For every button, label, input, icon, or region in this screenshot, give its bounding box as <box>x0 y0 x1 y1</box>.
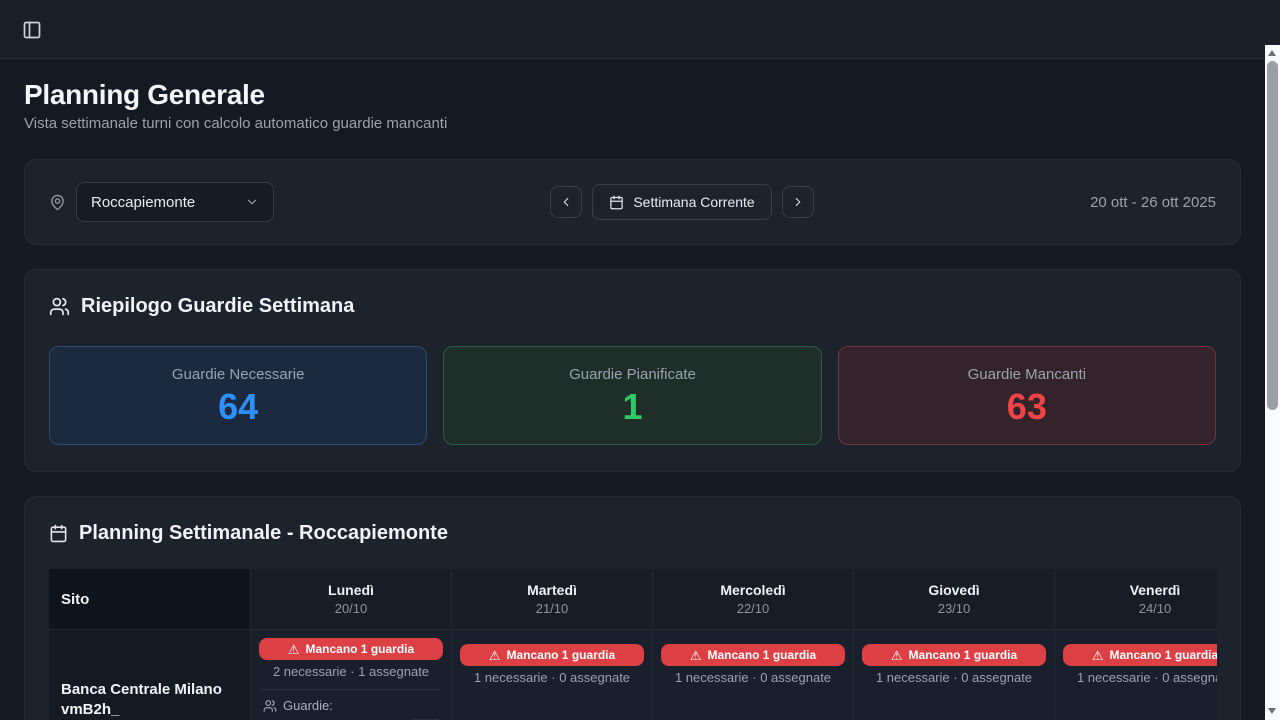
users-icon <box>263 699 277 713</box>
day-date-label: 23/10 <box>938 601 971 616</box>
week-toolbar: Roccapiemonte Settimana Corrente <box>24 159 1241 245</box>
day-cell[interactable]: ⚠ Mancano 1 guardia 1 necessarie · 0 asseg… <box>452 630 652 720</box>
table-header-day: Venerdì 24/10 <box>1055 569 1217 629</box>
shortage-badge: ⚠ Mancano 1 guardia <box>460 644 644 666</box>
chevron-down-icon <box>245 195 259 209</box>
shortage-badge-label: Mancano 1 guardia <box>305 642 414 656</box>
chevron-right-icon <box>791 195 805 209</box>
planning-card: Planning Settimanale - Roccapiemonte Sit… <box>24 496 1241 720</box>
top-bar <box>0 0 1280 59</box>
shortage-badge-label: Mancano 1 guardia <box>506 648 615 662</box>
stat-value: 64 <box>218 389 258 425</box>
day-cell[interactable]: ⚠ Mancano 1 guardia 1 necessarie · 0 asseg… <box>1055 630 1217 720</box>
panel-left-icon <box>22 20 42 40</box>
summary-title-row: Riepilogo Guardie Settimana <box>49 292 1216 320</box>
date-range-label: 20 ott - 26 ott 2025 <box>1090 194 1216 211</box>
cell-divider <box>261 689 441 690</box>
chevron-left-icon <box>559 195 573 209</box>
shortage-badge: ⚠ Mancano 1 guardia <box>1063 644 1217 666</box>
day-cell[interactable]: ⚠ Mancano 1 guardia 1 necessarie · 0 asseg… <box>854 630 1054 720</box>
shortage-badge-label: Mancano 1 guardia <box>908 648 1017 662</box>
location-select[interactable]: Roccapiemonte <box>76 182 274 222</box>
warning-icon: ⚠ <box>891 649 903 662</box>
page-title: Planning Generale <box>24 79 1241 111</box>
day-date-label: 20/10 <box>335 601 368 616</box>
day-name-label: Giovedì <box>928 582 979 598</box>
warning-icon: ⚠ <box>489 649 501 662</box>
planning-table: Sito Lunedì 20/10 Martedì 21/10 Mercoledì 22/1… <box>49 569 1217 720</box>
sidebar-toggle-button[interactable] <box>20 18 44 42</box>
stat-value: 63 <box>1007 389 1047 425</box>
table-header-day: Martedì 21/10 <box>452 569 652 629</box>
day-name-label: Mercoledì <box>720 582 785 598</box>
warning-icon: ⚠ <box>1092 649 1104 662</box>
summary-title: Riepilogo Guardie Settimana <box>81 292 354 320</box>
cell-detail: 1 necessarie · 0 assegnate <box>876 671 1032 685</box>
table-header-day: Lunedì 20/10 <box>251 569 451 629</box>
page-subtitle: Vista settimanale turni con calcolo auto… <box>24 115 1241 133</box>
guards-label: Guardie: <box>283 698 333 713</box>
cell-detail: 1 necessarie · 0 assegnate <box>675 671 831 685</box>
table-header-day: Giovedì 23/10 <box>854 569 1054 629</box>
calendar-icon <box>609 195 624 210</box>
week-navigation: Settimana Corrente <box>550 184 813 220</box>
day-cell[interactable]: ⚠ Mancano 1 guardia 2 necessarie · 1 asseg… <box>251 630 451 720</box>
current-week-label: Settimana Corrente <box>633 194 754 210</box>
cell-detail: 2 necessarie · 1 assegnate <box>273 665 429 679</box>
stat-label: Guardie Necessarie <box>172 366 305 383</box>
shortage-badge-label: Mancano 1 guardia <box>1109 648 1217 662</box>
table-header-site: Sito <box>49 569 250 629</box>
stat-guards-planned: Guardie Pianificate 1 <box>443 346 821 445</box>
shortage-badge: ⚠ Mancano 1 guardia <box>862 644 1046 666</box>
day-date-label: 21/10 <box>536 601 569 616</box>
shortage-badge: ⚠ Mancano 1 guardia <box>259 638 443 660</box>
warning-icon: ⚠ <box>288 643 300 656</box>
site-cell: Banca Centrale Milano vmB2h_ <box>49 630 250 720</box>
stat-value: 1 <box>622 389 642 425</box>
stat-label: Guardie Pianificate <box>569 366 696 383</box>
location-select-value: Roccapiemonte <box>91 194 195 211</box>
day-date-label: 24/10 <box>1139 601 1172 616</box>
planning-table-viewport: Sito Lunedì 20/10 Martedì 21/10 Mercoledì 22/1… <box>49 569 1217 720</box>
day-name-label: Venerdì <box>1130 582 1181 598</box>
stat-label: Guardie Mancanti <box>968 366 1086 383</box>
stat-guards-needed: Guardie Necessarie 64 <box>49 346 427 445</box>
calendar-icon <box>49 524 68 543</box>
day-name-label: Martedì <box>527 582 577 598</box>
cell-detail: 1 necessarie · 0 assegnate <box>474 671 630 685</box>
planning-title: Planning Settimanale - Roccapiemonte <box>79 519 448 547</box>
summary-card: Riepilogo Guardie Settimana Guardie Nece… <box>24 269 1241 472</box>
day-name-label: Lunedì <box>328 582 374 598</box>
stat-guards-missing: Guardie Mancanti 63 <box>838 346 1216 445</box>
warning-icon: ⚠ <box>690 649 702 662</box>
vertical-scrollbar[interactable] <box>1265 45 1280 720</box>
current-week-button[interactable]: Settimana Corrente <box>592 184 771 220</box>
previous-week-button[interactable] <box>550 186 582 218</box>
shortage-badge-label: Mancano 1 guardia <box>707 648 816 662</box>
users-icon <box>49 296 70 317</box>
cell-detail: 1 necessarie · 0 assegnate <box>1077 671 1217 685</box>
location-group: Roccapiemonte <box>49 182 274 222</box>
main-content: Planning Generale Vista settimanale turn… <box>0 59 1265 720</box>
day-date-label: 22/10 <box>737 601 770 616</box>
next-week-button[interactable] <box>782 186 814 218</box>
scrollbar-up-arrow[interactable] <box>1268 50 1276 56</box>
shortage-badge: ⚠ Mancano 1 guardia <box>661 644 845 666</box>
table-header-day: Mercoledì 22/10 <box>653 569 853 629</box>
scrollbar-thumb[interactable] <box>1267 61 1278 410</box>
day-cell[interactable]: ⚠ Mancano 1 guardia 1 necessarie · 0 asseg… <box>653 630 853 720</box>
scrollbar-down-arrow[interactable] <box>1268 708 1276 714</box>
summary-stats: Guardie Necessarie 64 Guardie Pianificat… <box>49 346 1216 445</box>
guards-line: Guardie: <box>259 698 333 713</box>
planning-title-row: Planning Settimanale - Roccapiemonte <box>49 519 1216 547</box>
map-pin-icon <box>49 194 66 211</box>
